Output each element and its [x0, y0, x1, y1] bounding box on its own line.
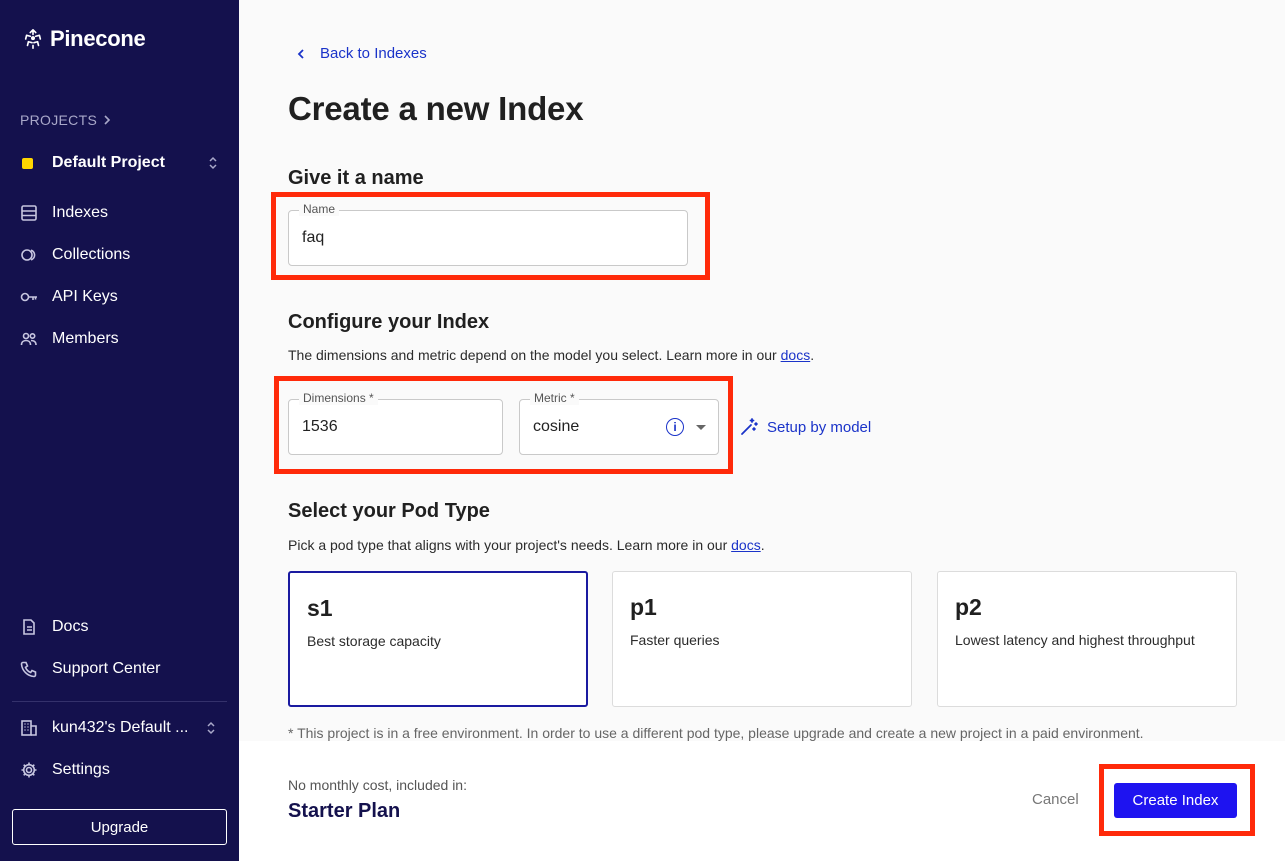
projects-label: PROJECTS [20, 112, 98, 128]
metric-select-value: cosine [533, 418, 580, 435]
sidebar: Pinecone PROJECTS Default Project Indexe… [0, 0, 239, 861]
document-icon [20, 618, 38, 636]
sidebar-divider [12, 701, 227, 702]
dimensions-field-label: Dimensions * [299, 391, 378, 405]
collections-icon [20, 246, 38, 264]
pod-card-p2[interactable]: p2 Lowest latency and highest throughput [937, 571, 1237, 707]
database-icon [20, 204, 38, 222]
sidebar-item-collections[interactable]: Collections [20, 246, 130, 264]
free-environment-note: * This project is in a free environment.… [288, 725, 1144, 741]
gear-icon [20, 761, 38, 779]
pod-description: Lowest latency and highest throughput [955, 632, 1195, 648]
pod-description: Best storage capacity [307, 633, 441, 649]
name-field-value: faq [302, 229, 325, 246]
organization-name: kun432's Default ... [52, 719, 189, 736]
brand-name: Pinecone [50, 26, 146, 51]
pod-name: p2 [955, 594, 982, 620]
config-description-text: The dimensions and metric depend on the … [288, 347, 781, 363]
pinecone-logo[interactable]: Pinecone [22, 26, 146, 52]
back-to-indexes-link[interactable]: Back to Indexes [296, 45, 427, 62]
sidebar-item-label: Collections [52, 246, 131, 263]
main-content: Back to Indexes Create a new Index Give … [239, 0, 1285, 741]
sidebar-item-label: Members [52, 330, 119, 347]
project-color-dot [22, 157, 33, 169]
name-field[interactable]: Name faq [288, 202, 688, 266]
organization-selector[interactable]: kun432's Default ... [20, 719, 216, 737]
caret-down-icon [696, 424, 706, 430]
building-icon [20, 719, 38, 737]
page-title: Create a new Index [288, 90, 584, 127]
sidebar-item-label: Docs [52, 618, 89, 635]
info-icon[interactable]: i [666, 418, 684, 436]
pod-name: p1 [630, 594, 657, 620]
pod-description-text: Pick a pod type that aligns with your pr… [288, 537, 732, 553]
project-name: Default Project [52, 154, 165, 171]
sidebar-item-label: Support Center [52, 660, 161, 677]
sidebar-item-support-center[interactable]: Support Center [20, 660, 161, 678]
sidebar-item-indexes[interactable]: Indexes [20, 204, 108, 222]
pod-docs-link[interactable]: docs [731, 537, 761, 553]
cancel-button[interactable]: Cancel [1032, 791, 1079, 808]
phone-icon [20, 660, 38, 678]
cost-note: No monthly cost, included in: [288, 777, 467, 793]
upgrade-button[interactable]: Upgrade [12, 809, 227, 845]
projects-link[interactable]: PROJECTS [20, 112, 111, 128]
create-index-button[interactable]: Create Index [1114, 783, 1237, 818]
pod-section-heading: Select your Pod Type [288, 500, 490, 522]
sidebar-item-api-keys[interactable]: API Keys [20, 288, 118, 306]
chevron-updown-icon [206, 720, 216, 736]
config-docs-link[interactable]: docs [781, 347, 811, 363]
footer-bar: No monthly cost, included in: Starter Pl… [239, 741, 1285, 861]
setup-by-model-label: Setup by model [767, 418, 872, 436]
chevron-left-icon [297, 48, 304, 59]
config-section-heading: Configure your Index [288, 311, 490, 333]
sidebar-item-members[interactable]: Members [20, 330, 119, 348]
sidebar-item-settings[interactable]: Settings [20, 761, 110, 779]
pinecone-logo-icon [24, 29, 42, 49]
name-field-label: Name [299, 202, 340, 216]
sidebar-item-label: API Keys [52, 288, 118, 305]
pod-card-s1[interactable]: s1 Best storage capacity [288, 571, 588, 707]
pod-description: Faster queries [630, 632, 720, 648]
members-icon [20, 330, 38, 348]
key-icon [20, 288, 38, 306]
magic-wand-icon [741, 418, 758, 435]
setup-by-model-button[interactable]: Setup by model [739, 417, 871, 437]
chevron-updown-icon [208, 155, 218, 171]
project-selector[interactable]: Default Project [22, 154, 218, 172]
dimensions-field[interactable]: Dimensions * 1536 [288, 391, 503, 455]
config-description: The dimensions and metric depend on the … [288, 347, 815, 363]
back-label: Back to Indexes [320, 45, 427, 62]
metric-select-label: Metric * [530, 391, 579, 405]
plan-name: Starter Plan [288, 800, 401, 822]
sidebar-item-docs[interactable]: Docs [20, 618, 88, 636]
sidebar-item-label: Indexes [52, 204, 109, 221]
pod-card-p1[interactable]: p1 Faster queries [612, 571, 912, 707]
pod-name: s1 [307, 595, 333, 621]
sidebar-item-label: Settings [52, 761, 110, 778]
dimensions-field-value: 1536 [302, 418, 338, 435]
name-section-heading: Give it a name [288, 167, 424, 189]
chevron-right-icon [104, 115, 111, 125]
pod-description: Pick a pod type that aligns with your pr… [288, 537, 765, 553]
metric-select[interactable]: Metric * cosine i [519, 391, 719, 455]
